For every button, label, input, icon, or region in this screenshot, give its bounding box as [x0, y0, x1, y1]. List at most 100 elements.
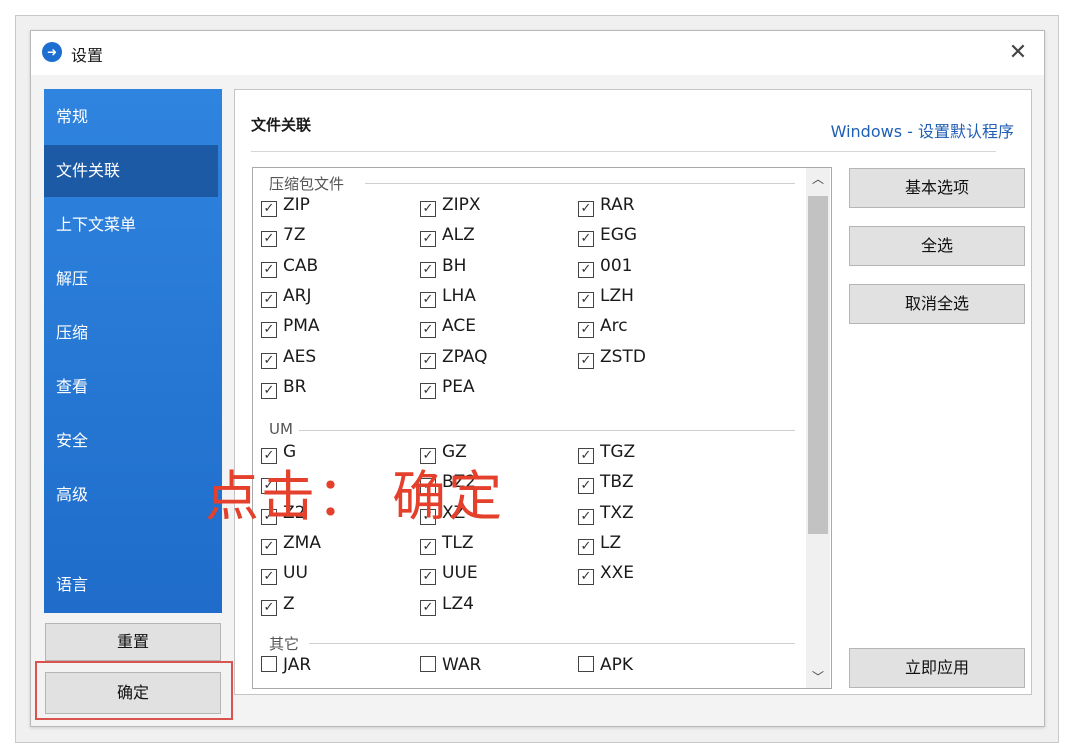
file-type-checkbox[interactable]: ✓ LHA [420, 285, 476, 308]
checkbox-checked-icon[interactable]: ✓ [261, 569, 277, 586]
checkbox-checked-icon[interactable]: ✓ [420, 231, 436, 248]
file-type-label: PEA [442, 376, 475, 397]
file-type-checkbox[interactable]: WAR [420, 654, 481, 676]
file-type-checkbox[interactable]: ✓ ARJ [261, 285, 311, 308]
group-title: 压缩包文件 [269, 173, 349, 194]
title-bar: ➜ 设置 ✕ [31, 31, 1044, 75]
checkbox-checked-icon[interactable]: ✓ [578, 538, 594, 555]
apply-now-button[interactable]: 立即应用 [849, 648, 1025, 688]
sidebar-item-general[interactable]: 常规 [44, 91, 218, 143]
checkbox-checked-icon[interactable]: ✓ [420, 261, 436, 278]
sidebar-item-file-association[interactable]: 文件关联 [44, 145, 218, 197]
checkbox-checked-icon[interactable]: ✓ [420, 569, 436, 586]
file-type-checkbox[interactable]: ✓ EGG [578, 224, 638, 248]
file-type-label: TLZ [442, 532, 474, 553]
checkbox-checked-icon[interactable]: ✓ [578, 352, 594, 369]
file-type-checkbox[interactable]: ✓ Z [261, 593, 295, 616]
sidebar-item-context-menu[interactable]: 上下文菜单 [44, 199, 218, 251]
checkbox-checked-icon[interactable]: ✓ [261, 538, 277, 555]
file-type-checkbox[interactable]: ✓ BH [420, 255, 466, 278]
basic-options-button[interactable]: 基本选项 [849, 168, 1025, 208]
checkbox-checked-icon[interactable]: ✓ [420, 291, 436, 308]
checkbox-checked-icon[interactable]: ✓ [261, 291, 277, 308]
checkbox-checked-icon[interactable]: ✓ [261, 201, 277, 217]
checkbox-checked-icon[interactable]: ✓ [578, 569, 594, 586]
file-type-label: AES [283, 346, 317, 367]
windows-default-programs-link[interactable]: Windows - 设置默认程序 [831, 118, 1014, 142]
select-all-button[interactable]: 全选 [849, 226, 1025, 266]
reset-button[interactable]: 重置 [45, 623, 221, 661]
checkbox-checked-icon[interactable]: ✓ [420, 599, 436, 616]
file-type-checkbox[interactable]: ✓ XXE [578, 562, 634, 586]
file-type-checkbox[interactable]: ✓ BR [261, 376, 306, 399]
file-type-checkbox[interactable]: ✓ PMA [261, 315, 320, 339]
checkbox-checked-icon[interactable]: ✓ [420, 382, 436, 399]
checkbox-checked-icon[interactable]: ✓ [420, 201, 436, 217]
checkbox-checked-icon[interactable]: ✓ [261, 322, 277, 339]
checkbox-checked-icon[interactable]: ✓ [261, 382, 277, 399]
sidebar-item-view[interactable]: 查看 [44, 361, 218, 413]
file-type-checkbox[interactable]: ✓ LZ4 [420, 593, 474, 616]
checkbox-checked-icon[interactable]: ✓ [261, 261, 277, 278]
sidebar-item-extract[interactable]: 解压 [44, 253, 218, 305]
sidebar-item-compress[interactable]: 压缩 [44, 307, 218, 359]
scrollbar[interactable]: ︿ ﹀ [806, 168, 830, 688]
file-type-checkbox[interactable]: ✓ RAR [578, 194, 635, 217]
file-type-checkbox[interactable]: ✓ Arc [578, 315, 628, 339]
checkbox-checked-icon[interactable]: ✓ [578, 201, 594, 217]
checkbox-checked-icon[interactable]: ✓ [261, 231, 277, 248]
file-type-checkbox[interactable]: ✓ 7Z [261, 224, 305, 248]
file-type-checkbox[interactable]: ✓ TLZ [420, 532, 474, 555]
sidebar-item-security[interactable]: 安全 [44, 415, 218, 467]
sidebar-item-language[interactable]: 语言 [44, 559, 218, 611]
file-type-checkbox[interactable]: ✓ ALZ [420, 224, 475, 248]
file-type-checkbox[interactable]: ✓ 001 [578, 255, 632, 278]
file-type-label: ZIPX [442, 195, 481, 215]
file-type-checkbox[interactable]: ✓ TGZ [578, 441, 635, 464]
file-type-checkbox[interactable]: ✓ PEA [420, 376, 475, 399]
checkbox-checked-icon[interactable]: ✓ [578, 291, 594, 308]
file-type-checkbox[interactable]: ✓ UU [261, 562, 308, 586]
checkbox-checked-icon[interactable]: ✓ [578, 448, 594, 464]
group-divider [365, 183, 795, 184]
file-type-checkbox[interactable]: ✓ ACE [420, 315, 476, 339]
file-type-checkbox[interactable]: ✓ ZIP [261, 194, 310, 217]
checkbox-checked-icon[interactable]: ✓ [578, 261, 594, 278]
checkbox-checked-icon[interactable]: ✓ [420, 538, 436, 555]
file-type-checkbox[interactable]: APK [578, 654, 633, 676]
checkbox-checked-icon[interactable]: ✓ [578, 322, 594, 339]
scroll-down-icon[interactable]: ﹀ [806, 666, 830, 688]
checkbox-checked-icon[interactable]: ✓ [420, 322, 436, 339]
checkbox-unchecked-icon[interactable] [420, 656, 436, 672]
checkbox-unchecked-icon[interactable] [578, 656, 594, 672]
file-type-checkbox[interactable]: ✓ UUE [420, 562, 478, 586]
file-type-label: LZ [600, 532, 622, 553]
file-type-checkbox[interactable]: ✓ CAB [261, 255, 318, 278]
close-button[interactable]: ✕ [1000, 35, 1036, 71]
file-type-checkbox[interactable]: ✓ LZ [578, 532, 622, 555]
checkbox-checked-icon[interactable]: ✓ [578, 508, 594, 525]
group-title: UM [269, 420, 297, 438]
file-type-checkbox[interactable]: ✓ LZH [578, 285, 634, 308]
file-type-checkbox[interactable]: ✓ ZMA [261, 532, 321, 555]
checkbox-checked-icon[interactable]: ✓ [578, 478, 594, 495]
file-type-checkbox[interactable]: ✓ TXZ [578, 502, 634, 525]
checkbox-unchecked-icon[interactable] [261, 656, 277, 672]
file-type-label: LZ4 [442, 593, 474, 614]
sidebar-item-advanced[interactable]: 高级 [44, 469, 218, 521]
scroll-up-icon[interactable]: ︿ [806, 168, 830, 190]
file-type-checkbox[interactable]: JAR [261, 654, 311, 676]
checkbox-checked-icon[interactable]: ✓ [578, 231, 594, 248]
file-type-checkbox[interactable]: ✓ TBZ [578, 471, 634, 495]
scroll-thumb[interactable] [808, 196, 828, 534]
file-type-checkbox[interactable]: ✓ ZSTD [578, 346, 646, 369]
deselect-all-button[interactable]: 取消全选 [849, 284, 1025, 324]
checkbox-checked-icon[interactable]: ✓ [261, 352, 277, 369]
file-type-checkbox[interactable]: ✓ AES [261, 346, 317, 369]
ok-button-highlight [35, 661, 233, 720]
file-type-checkbox[interactable]: ✓ ZPAQ [420, 346, 488, 369]
file-type-label: EGG [600, 225, 638, 246]
checkbox-checked-icon[interactable]: ✓ [261, 599, 277, 616]
checkbox-checked-icon[interactable]: ✓ [420, 352, 436, 369]
file-type-checkbox[interactable]: ✓ ZIPX [420, 194, 481, 217]
